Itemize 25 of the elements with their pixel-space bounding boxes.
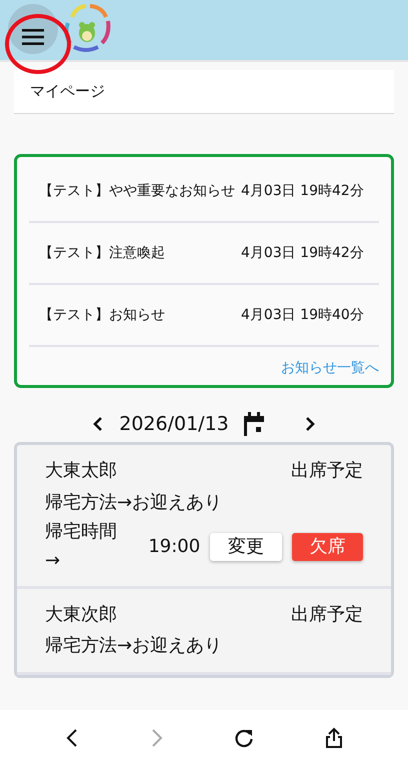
return-time: 19:00 — [148, 535, 200, 560]
page-title: マイページ — [30, 82, 105, 100]
pickup-method: 帰宅方法→お迎えあり — [45, 490, 222, 514]
notice-date: 4月03日 19時42分 — [241, 244, 365, 262]
menu-icon — [22, 28, 44, 44]
absent-button[interactable]: 欠席 — [292, 533, 363, 561]
notice-date: 4月03日 19時42分 — [241, 182, 365, 200]
attendance-status: 出席予定 — [291, 459, 363, 483]
calendar-icon[interactable] — [242, 412, 265, 436]
back-icon[interactable] — [65, 727, 80, 749]
date-label: 2026/01/13 — [119, 413, 229, 435]
notice-title[interactable]: 【テスト】お知らせ — [39, 304, 235, 326]
notice-date: 4月03日 19時40分 — [241, 306, 365, 324]
student-name: 大東太郎 — [45, 459, 117, 483]
reload-icon[interactable] — [234, 728, 254, 748]
notice-title[interactable]: 【テスト】注意喚起 — [39, 242, 235, 264]
student-name: 大東次郎 — [45, 602, 117, 627]
attendance-status: 出席予定 — [291, 602, 363, 627]
logo-drawing — [62, 3, 112, 55]
change-button[interactable]: 変更 — [210, 533, 282, 561]
menu-button[interactable] — [8, 4, 58, 54]
share-icon[interactable] — [324, 727, 343, 749]
return-time-label: 帰宅時間→ — [45, 520, 118, 573]
pickup-method: 帰宅方法→お迎えあり — [45, 634, 222, 658]
notice-title[interactable]: 【テスト】やや重要なお知らせ — [39, 180, 235, 202]
